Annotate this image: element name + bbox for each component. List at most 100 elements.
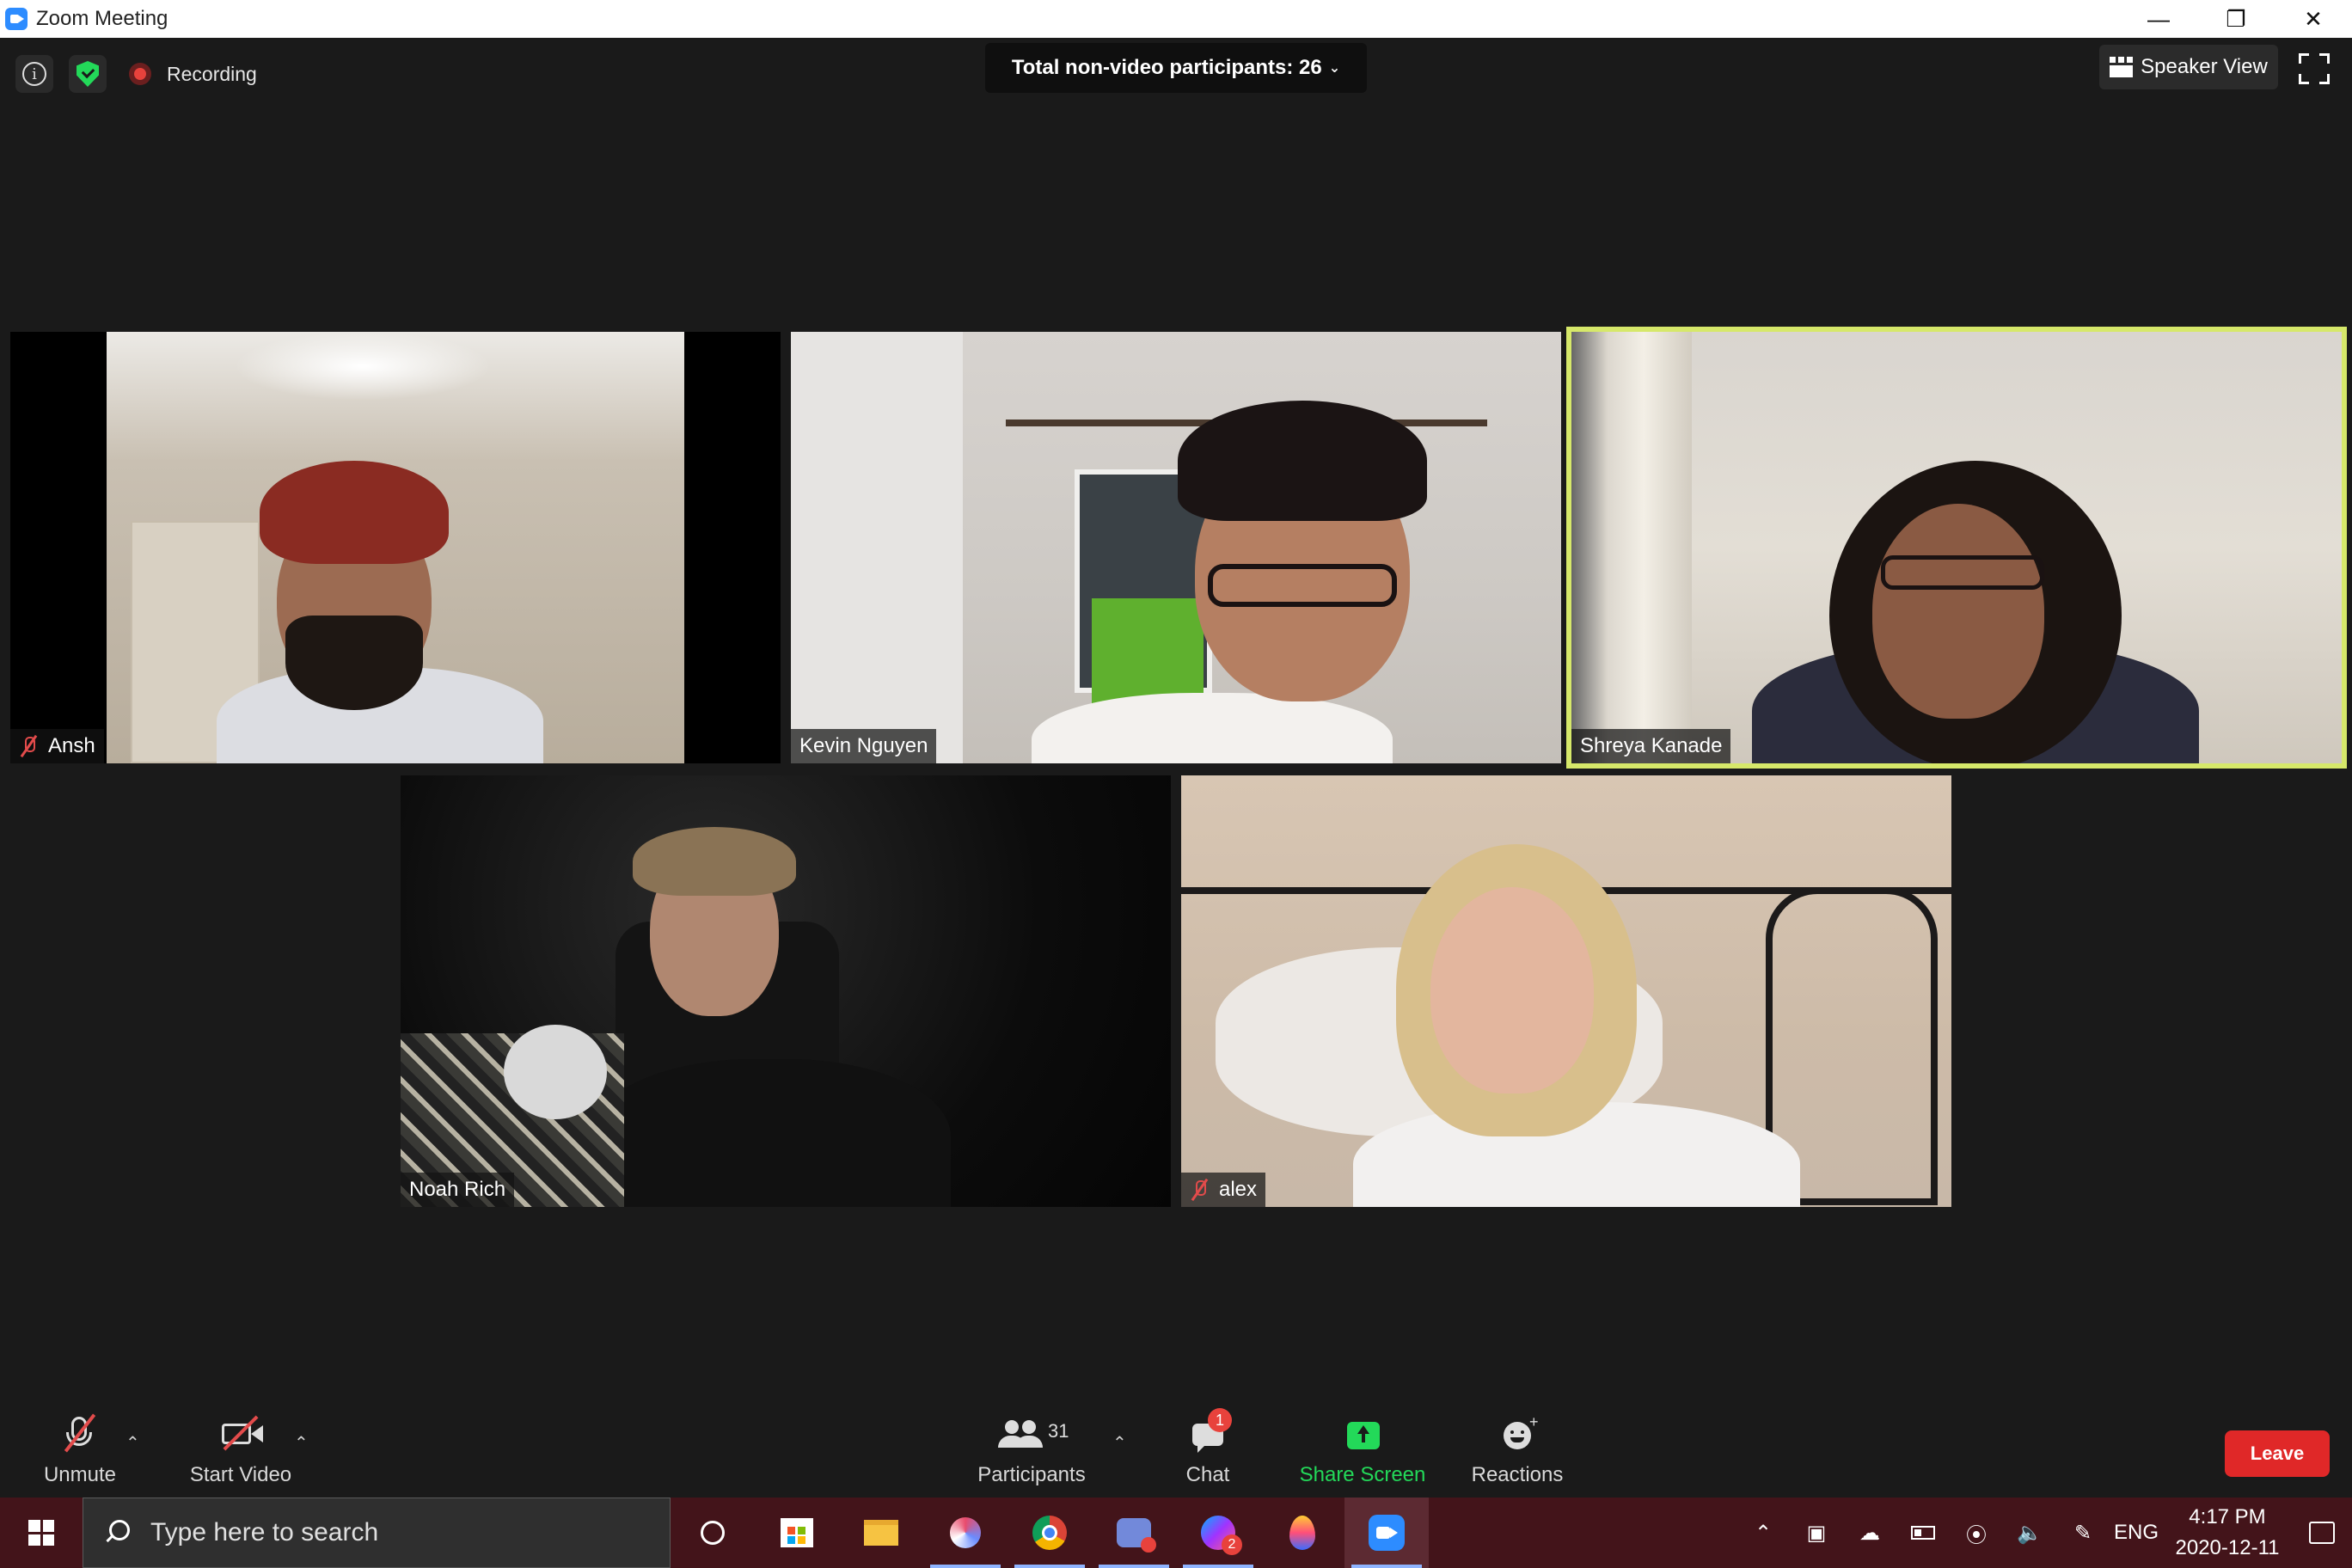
- reactions-button[interactable]: + Reactions: [1461, 1406, 1573, 1498]
- participant-name: alex: [1219, 1178, 1258, 1201]
- speaker-view-label: Speaker View: [2141, 55, 2268, 78]
- speaker-view-button[interactable]: Speaker View: [2099, 45, 2278, 89]
- participant-name: Ansh: [48, 734, 95, 757]
- language-indicator[interactable]: ENG: [2110, 1498, 2163, 1568]
- messenger-badge: 2: [1222, 1534, 1242, 1555]
- chat-label: Chat: [1185, 1463, 1230, 1486]
- mic-muted-icon: [1190, 1179, 1209, 1201]
- windows-taskbar: Type here to search 2 ⌃ ▣ ☁ ⦿ 🔈 ✎ ENG 4:…: [0, 1498, 2352, 1568]
- window-titlebar: Zoom Meeting — ❐ ✕: [0, 0, 2352, 38]
- video-tile-alex[interactable]: alex: [1181, 775, 1951, 1207]
- video-tile-noah-rich[interactable]: Noah Rich: [401, 775, 1171, 1207]
- zoom-app-icon: [5, 8, 28, 30]
- participant-name: Kevin Nguyen: [799, 734, 928, 757]
- leave-button[interactable]: Leave: [2225, 1430, 2330, 1477]
- wifi-icon[interactable]: ⦿: [1950, 1498, 2003, 1568]
- zoom-taskbar-icon[interactable]: [1344, 1498, 1429, 1568]
- recording-indicator: Recording: [129, 58, 257, 89]
- notifications-icon[interactable]: [2292, 1498, 2352, 1568]
- shield-icon: [77, 61, 99, 87]
- gallery-grid-icon: [2110, 57, 2134, 77]
- beard: [285, 616, 423, 710]
- restore-button[interactable]: ❐: [2197, 0, 2275, 38]
- search-placeholder: Type here to search: [150, 1518, 379, 1547]
- system-tray: ⌃ ▣ ☁ ⦿ 🔈 ✎ ENG 4:17 PM 2020-12-11: [1736, 1498, 2352, 1568]
- info-icon: i: [22, 62, 46, 86]
- search-icon: [104, 1520, 130, 1546]
- hair: [1178, 401, 1427, 521]
- record-icon: [129, 63, 151, 85]
- onedrive-icon[interactable]: ☁: [1843, 1498, 1896, 1568]
- file-explorer-icon[interactable]: [839, 1498, 923, 1568]
- taskbar-clock[interactable]: 4:17 PM 2020-12-11: [2163, 1502, 2292, 1564]
- participant-name-tag: Ansh: [10, 729, 104, 763]
- unmute-label: Unmute: [43, 1463, 117, 1486]
- mic-muted-icon: [19, 735, 38, 757]
- non-video-participants-button[interactable]: Total non-video participants: 26 ⌄: [985, 43, 1367, 93]
- video-off-icon: [215, 1412, 266, 1456]
- meeting-info-button[interactable]: i: [15, 55, 53, 93]
- minimize-button[interactable]: —: [2120, 0, 2197, 38]
- snip-sketch-icon[interactable]: [923, 1498, 1008, 1568]
- cortana-icon[interactable]: [671, 1498, 755, 1568]
- participant-name: Shreya Kanade: [1580, 734, 1723, 757]
- person-head: [1872, 504, 2044, 719]
- participants-count: 31: [1048, 1420, 1069, 1442]
- meeting-toolbar: Unmute ⌃ Start Video ⌃ 31 Participants ⌃…: [0, 1406, 2352, 1498]
- video-tile-kevin-nguyen[interactable]: Kevin Nguyen: [791, 332, 1561, 763]
- participant-name-tag: Noah Rich: [401, 1173, 515, 1207]
- windows-logo-icon: [28, 1520, 54, 1546]
- clock-time: 4:17 PM: [2189, 1505, 2266, 1528]
- chat-icon: 1: [1182, 1408, 1234, 1456]
- battery-icon[interactable]: [1896, 1498, 1950, 1568]
- taskbar-search-box[interactable]: Type here to search: [83, 1498, 671, 1568]
- meet-now-icon[interactable]: ▣: [1790, 1498, 1843, 1568]
- glasses: [1881, 555, 2044, 590]
- participants-label: Participants: [977, 1463, 1086, 1486]
- person-head: [1430, 887, 1594, 1093]
- pen-icon[interactable]: ✎: [2056, 1498, 2110, 1568]
- start-video-label: Start Video: [189, 1463, 292, 1486]
- participants-icon: 31: [993, 1412, 1070, 1456]
- close-button[interactable]: ✕: [2275, 0, 2352, 38]
- messenger-icon[interactable]: 2: [1176, 1498, 1260, 1568]
- color-drop-app-icon[interactable]: [1260, 1498, 1344, 1568]
- volume-icon[interactable]: 🔈: [2003, 1498, 2056, 1568]
- participant-name: Noah Rich: [409, 1178, 506, 1201]
- participants-button[interactable]: 31 Participants: [963, 1406, 1100, 1498]
- start-video-button[interactable]: Start Video: [181, 1406, 301, 1498]
- left-wall: [791, 332, 963, 763]
- hair: [633, 827, 796, 896]
- start-button[interactable]: [0, 1498, 83, 1568]
- share-screen-label: Share Screen: [1299, 1463, 1426, 1486]
- security-button[interactable]: [69, 55, 107, 93]
- meeting-topbar: i Recording Total non-video participants…: [0, 38, 2352, 107]
- video-tile-ansh[interactable]: Ansh: [10, 332, 781, 763]
- participant-name-tag: alex: [1181, 1173, 1266, 1207]
- discord-icon[interactable]: [1092, 1498, 1176, 1568]
- fullscreen-icon[interactable]: [2299, 53, 2330, 84]
- glasses: [1208, 564, 1397, 607]
- share-screen-icon: [1337, 1412, 1388, 1456]
- recording-label: Recording: [167, 62, 257, 85]
- participants-options-caret[interactable]: ⌃: [1112, 1432, 1127, 1454]
- chrome-icon[interactable]: [1008, 1498, 1092, 1568]
- tray-expand-icon[interactable]: ⌃: [1736, 1498, 1790, 1568]
- curtain: [1571, 332, 1692, 763]
- turban: [260, 461, 449, 564]
- microphone: [504, 1025, 607, 1119]
- chevron-down-icon: ⌄: [1328, 61, 1341, 76]
- share-screen-button[interactable]: Share Screen: [1294, 1406, 1431, 1498]
- video-tile-shreya-kanade[interactable]: Shreya Kanade: [1566, 327, 2347, 769]
- mic-muted-icon: [54, 1412, 106, 1456]
- unmute-button[interactable]: Unmute: [34, 1406, 126, 1498]
- store-icon[interactable]: [755, 1498, 839, 1568]
- person-body: [590, 1059, 951, 1207]
- video-options-caret[interactable]: ⌃: [294, 1432, 309, 1454]
- chat-button[interactable]: 1 Chat: [1169, 1406, 1246, 1498]
- ceiling-light: [234, 332, 492, 401]
- chat-badge: 1: [1208, 1408, 1232, 1432]
- audio-options-caret[interactable]: ⌃: [126, 1432, 140, 1454]
- reactions-icon: +: [1491, 1412, 1543, 1456]
- reactions-label: Reactions: [1471, 1463, 1564, 1486]
